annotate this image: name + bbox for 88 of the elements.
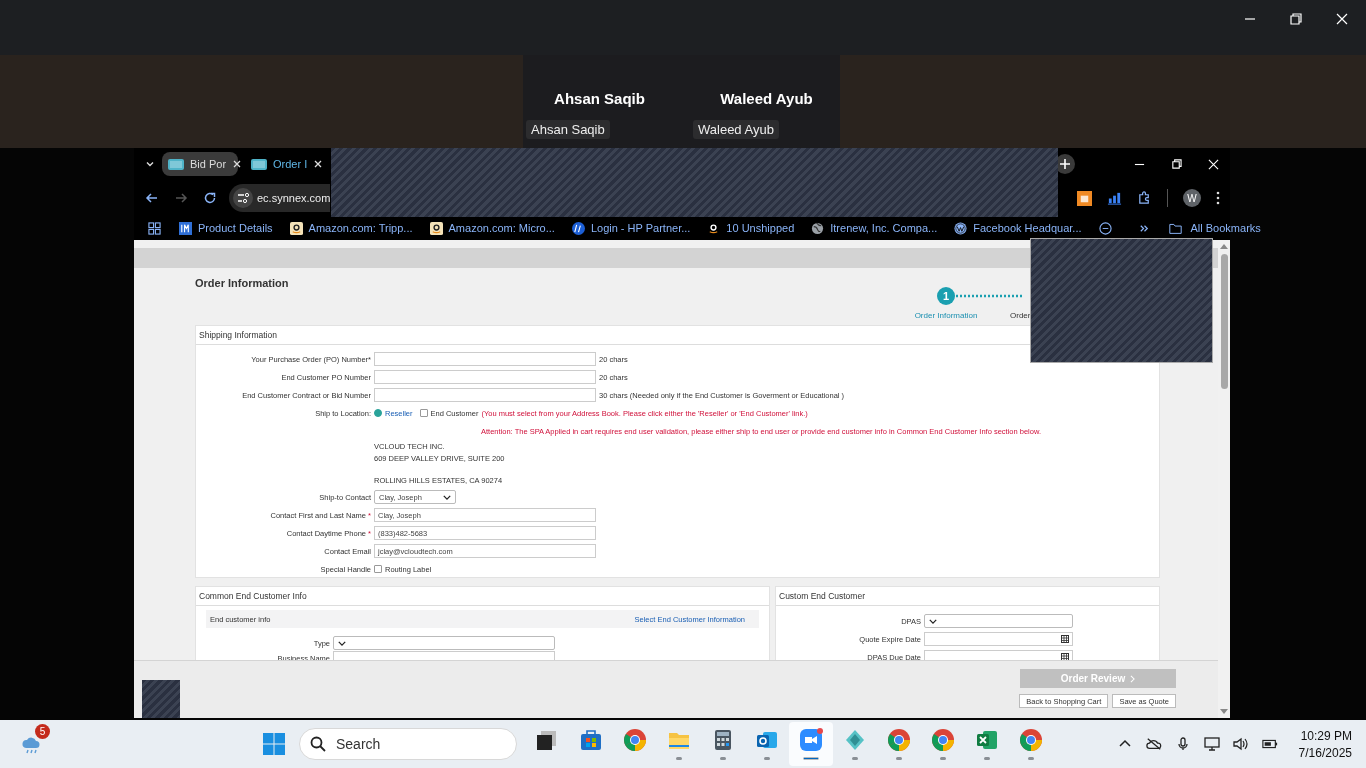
chevron-icon [1130, 674, 1136, 683]
scroll-thumb[interactable] [1220, 254, 1228, 389]
bookmark-ring-icon[interactable] [1098, 221, 1112, 235]
task-view-icon[interactable] [535, 728, 559, 752]
restore-icon[interactable] [1171, 158, 1182, 170]
clock-time[interactable]: 10:29 PM [1300, 728, 1352, 743]
step-label: Order Information [914, 311, 978, 320]
checkbox[interactable] [374, 565, 382, 573]
reload-icon[interactable] [203, 191, 217, 205]
input-field[interactable] [374, 352, 596, 366]
input-field[interactable] [374, 370, 596, 384]
chrome-icon[interactable] [1019, 728, 1043, 752]
scroll-up-icon[interactable] [1220, 243, 1228, 249]
bookmark-link[interactable]: Itrenew, Inc. Compa... [830, 222, 938, 234]
globe-icon [811, 221, 825, 235]
bookmark-link[interactable]: 10 Unshipped [726, 222, 795, 234]
notification-badge: 5 [35, 724, 50, 739]
excel-icon[interactable] [975, 728, 999, 752]
tab-list-icon[interactable] [145, 159, 155, 169]
browser-tab[interactable]: Order I [245, 152, 321, 176]
address-bar[interactable]: ec.synnex.com [229, 184, 330, 212]
caret-icon [929, 618, 937, 624]
wordpress-logo-icon [954, 221, 968, 235]
site-info-icon[interactable] [233, 188, 253, 208]
favicon-icon [251, 158, 267, 170]
search-field[interactable]: Search [299, 728, 517, 760]
menu-icon[interactable] [1216, 191, 1220, 205]
redaction-block [142, 680, 180, 718]
panel-title: Custom End Customer [779, 591, 865, 601]
store-icon[interactable] [579, 728, 603, 752]
radio-button[interactable] [374, 409, 382, 417]
clock-date[interactable]: 7/16/2025 [1298, 745, 1352, 760]
gem-icon[interactable] [843, 728, 867, 752]
calendar-icon[interactable] [1061, 635, 1069, 643]
participant-name: Ahsan Saqib [554, 90, 645, 107]
step-number: 1 [937, 287, 955, 305]
display-icon[interactable] [1203, 737, 1220, 751]
search-icon [310, 736, 326, 752]
bookmark-link[interactable]: Product Details [198, 222, 273, 234]
close-icon[interactable] [1208, 158, 1219, 170]
step-label: Order [1010, 311, 1031, 320]
panel-title: Common End Customer Info [199, 591, 307, 601]
chrome-icon[interactable] [931, 728, 955, 752]
profile-avatar[interactable]: W [1183, 189, 1201, 207]
amazon-logo-icon [429, 221, 443, 235]
input-field[interactable] [374, 388, 596, 402]
folder-icon [1168, 221, 1182, 235]
panel-title: Shipping Information [199, 330, 277, 340]
close-icon[interactable] [1336, 13, 1348, 25]
chrome-icon[interactable] [623, 728, 647, 752]
hp-logo-icon [571, 221, 585, 235]
browser-tab[interactable]: Bid Por [162, 152, 238, 176]
amazon-logo-icon [289, 221, 303, 235]
close-icon[interactable] [313, 159, 324, 169]
option-checkbox[interactable] [419, 409, 428, 417]
participant-name: Waleed Ayub [720, 90, 813, 107]
im-logo-icon [179, 221, 192, 235]
page-title: Order Information [195, 277, 289, 289]
scroll-down-icon[interactable] [1220, 709, 1228, 715]
all-bookmarks-link[interactable]: All Bookmarks [1190, 222, 1261, 234]
bar-chart-icon[interactable] [1107, 190, 1122, 206]
zoom-app-icon[interactable] [799, 728, 823, 752]
chrome-icon[interactable] [887, 728, 911, 752]
cloud-off-icon[interactable] [1145, 737, 1162, 751]
close-icon[interactable] [232, 159, 243, 169]
battery-icon[interactable] [1261, 737, 1278, 751]
caret-icon [338, 640, 346, 646]
calendar-icon[interactable] [1061, 653, 1069, 660]
extensions-icon[interactable] [1137, 190, 1152, 206]
participant-tag: Ahsan Saqib [526, 120, 610, 139]
volume-icon[interactable] [1232, 737, 1249, 751]
windows-start-icon[interactable] [263, 733, 285, 755]
date-field[interactable] [924, 632, 1073, 646]
restore-icon[interactable] [1290, 13, 1302, 25]
forward-icon[interactable] [174, 191, 188, 205]
bookmark-link[interactable]: Facebook Headquar... [973, 222, 1082, 234]
js-extension-icon[interactable] [1077, 190, 1092, 206]
apps-grid-icon[interactable] [148, 221, 161, 235]
date-field[interactable] [924, 650, 1073, 660]
step-connector [955, 294, 1025, 298]
participant-tag: Waleed Ayub [693, 120, 779, 139]
bookmark-link[interactable]: Amazon.com: Micro... [448, 222, 555, 234]
bookmark-link[interactable]: Login - HP Partner... [590, 222, 691, 234]
scrollbar[interactable] [1218, 240, 1230, 718]
caret-icon [443, 494, 451, 500]
favicon-icon [168, 158, 184, 170]
back-icon[interactable] [145, 191, 159, 205]
bookmark-link[interactable]: Amazon.com: Tripp... [308, 222, 413, 234]
